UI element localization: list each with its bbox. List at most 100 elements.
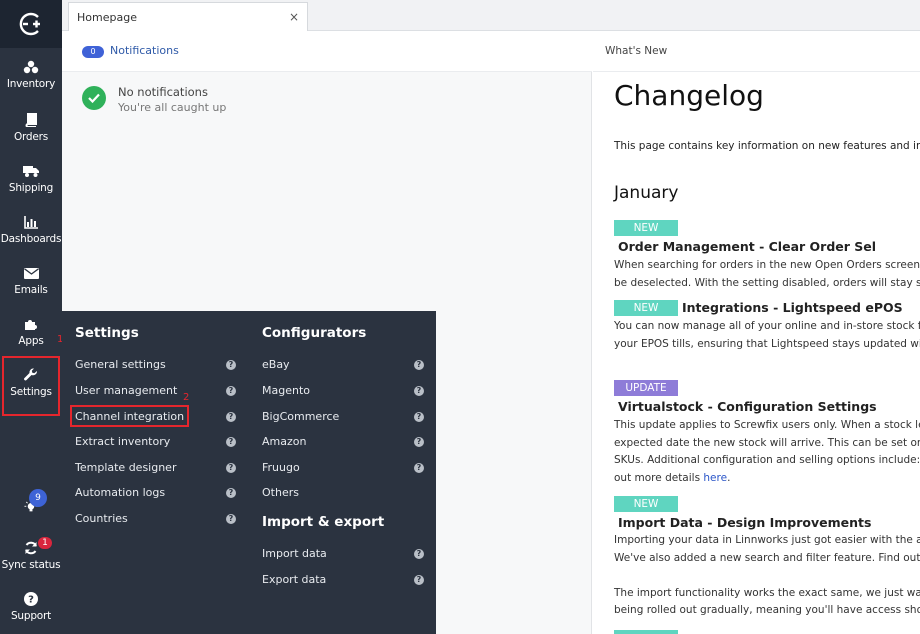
entry-text: expected date the new stock will arrive.… — [614, 436, 920, 449]
annotation-marker-2: 2 — [183, 392, 190, 403]
help-icon[interactable]: ? — [414, 412, 424, 422]
help-icon[interactable]: ? — [226, 514, 236, 524]
empty-notifications-title: No notifications — [118, 85, 208, 99]
changelog-entry — [614, 627, 920, 634]
menu-item-amazon[interactable]: Amazon — [262, 435, 306, 448]
notifications-title[interactable]: Notifications — [110, 44, 179, 57]
changelog-intro: This page contains key information on ne… — [614, 140, 920, 152]
help-icon[interactable]: ? — [414, 575, 424, 585]
wrench-icon — [23, 368, 39, 382]
sidebar-item-shipping[interactable]: Shipping — [0, 164, 62, 194]
menu-item-fruugo[interactable]: Fruugo — [262, 461, 300, 474]
new-tag: NEW — [614, 219, 678, 236]
sidebar-item-sync-status[interactable]: Sync status — [0, 541, 62, 571]
whats-new-header: What's New — [593, 31, 920, 72]
menu-item-extract-inventory[interactable]: Extract inventory — [75, 435, 170, 448]
changelog-heading: Changelog — [614, 79, 764, 112]
here-link[interactable]: here — [703, 472, 727, 484]
whats-new-panel: What's New Changelog This page contains … — [593, 31, 920, 634]
menu-item-automation-logs[interactable]: Automation logs — [75, 486, 165, 499]
menu-item-template-designer[interactable]: Template designer — [75, 461, 176, 474]
check-icon — [82, 86, 106, 110]
sidebar-item-orders[interactable]: Orders — [0, 113, 62, 143]
notifications-header: 0 Notifications — [62, 31, 592, 72]
entry-text — [614, 567, 920, 585]
sidebar-item-label: Inventory — [6, 78, 56, 90]
entry-text: Importing your data in Linnworks just go… — [614, 534, 920, 546]
whats-new-title: What's New — [605, 45, 668, 57]
import-export-heading: Import & export — [262, 514, 385, 530]
sidebar-item-apps[interactable]: Apps — [0, 317, 62, 347]
help-icon[interactable]: ? — [414, 549, 424, 559]
new-tag: NEW — [614, 495, 678, 512]
book-icon — [23, 113, 39, 127]
entry-title: Import Data - Design Improvements — [618, 515, 872, 530]
changelog-entry: NEW Integrations - Lightspeed ePOS You ca… — [614, 297, 920, 353]
help-icon[interactable]: ? — [414, 437, 424, 447]
sidebar-item-support[interactable]: ? Support — [0, 592, 62, 622]
entry-text-suffix: . — [727, 471, 731, 484]
menu-item-ebay[interactable]: eBay — [262, 358, 290, 371]
menu-item-magento[interactable]: Magento — [262, 384, 310, 397]
sidebar-item-label: Emails — [14, 284, 48, 296]
tab-homepage[interactable]: Homepage × — [68, 2, 308, 31]
sidebar-item-label: Sync status — [1, 559, 61, 571]
sidebar: Inventory Orders Shipping Dashboards Ema… — [0, 0, 63, 634]
entry-text: your EPOS tills, ensuring that Lightspee… — [614, 337, 920, 350]
entry-title: Integrations - Lightspeed ePOS — [682, 300, 903, 315]
help-icon[interactable]: ? — [414, 360, 424, 370]
sidebar-item-label: Apps — [18, 335, 44, 347]
sidebar-item-label: Settings — [10, 386, 52, 398]
help-icon[interactable]: ? — [226, 360, 236, 370]
help-icon[interactable]: ? — [226, 386, 236, 396]
close-icon[interactable]: × — [289, 10, 299, 24]
menu-item-export-data[interactable]: Export data — [262, 573, 326, 586]
bar-chart-icon — [23, 215, 39, 229]
entry-text: The import functionality works the exact… — [614, 586, 920, 599]
truck-icon — [23, 164, 39, 178]
entry-text: be deselected. With the setting disabled… — [614, 276, 920, 289]
sync-status-badge: 1 — [38, 537, 52, 549]
help-icon[interactable]: ? — [226, 463, 236, 473]
sidebar-item-settings[interactable]: Settings — [0, 368, 62, 398]
help-icon[interactable]: ? — [226, 412, 236, 422]
changelog-entry: NEW Order Management - Clear Order Sel Wh… — [614, 217, 920, 292]
help-icon[interactable]: ? — [414, 386, 424, 396]
help-icon[interactable]: ? — [414, 463, 424, 473]
sidebar-item-label: Shipping — [8, 182, 54, 194]
update-tag: UPDATE — [614, 379, 678, 396]
settings-menu: Settings General settings ? User managem… — [62, 311, 436, 634]
entry-title: Virtualstock - Configuration Settings — [618, 399, 877, 414]
settings-heading: Settings — [75, 325, 139, 341]
app-logo[interactable] — [0, 0, 62, 48]
changelog-entry: NEW Import Data - Design Improvements Imp… — [614, 493, 920, 620]
changelog-month: January — [614, 183, 679, 203]
sidebar-item-dashboards[interactable]: Dashboards — [0, 215, 62, 245]
menu-item-import-data[interactable]: Import data — [262, 547, 327, 560]
new-tag — [614, 629, 678, 634]
sidebar-item-label: Orders — [13, 131, 49, 143]
menu-item-channel-integration[interactable]: Channel integration — [75, 410, 184, 423]
logo-icon — [19, 12, 40, 36]
changelog-entry: UPDATE Virtualstock - Configuration Setti… — [614, 377, 920, 487]
empty-notifications-subtitle: You're all caught up — [118, 101, 227, 114]
menu-item-user-management[interactable]: User management — [75, 384, 177, 397]
menu-item-bigcommerce[interactable]: BigCommerce — [262, 410, 339, 423]
menu-item-general-settings[interactable]: General settings — [75, 358, 166, 371]
boxes-icon — [23, 60, 39, 74]
puzzle-icon — [23, 317, 39, 331]
sidebar-item-label: Support — [10, 610, 52, 622]
entry-text: out more details here. — [614, 470, 920, 488]
menu-item-others[interactable]: Others — [262, 486, 299, 499]
sync-icon — [23, 541, 39, 555]
entry-text: This update applies to Screwfix users on… — [614, 419, 920, 431]
help-icon[interactable]: ? — [226, 437, 236, 447]
help-icon[interactable]: ? — [226, 488, 236, 498]
sidebar-item-inventory[interactable]: Inventory — [0, 60, 62, 90]
entry-text: being rolled out gradually, meaning you'… — [614, 604, 920, 616]
configurators-heading: Configurators — [262, 325, 367, 341]
sidebar-item-emails[interactable]: Emails — [0, 266, 62, 296]
question-circle-icon: ? — [23, 592, 39, 606]
menu-item-countries[interactable]: Countries — [75, 512, 128, 525]
new-tag: NEW — [614, 299, 678, 316]
